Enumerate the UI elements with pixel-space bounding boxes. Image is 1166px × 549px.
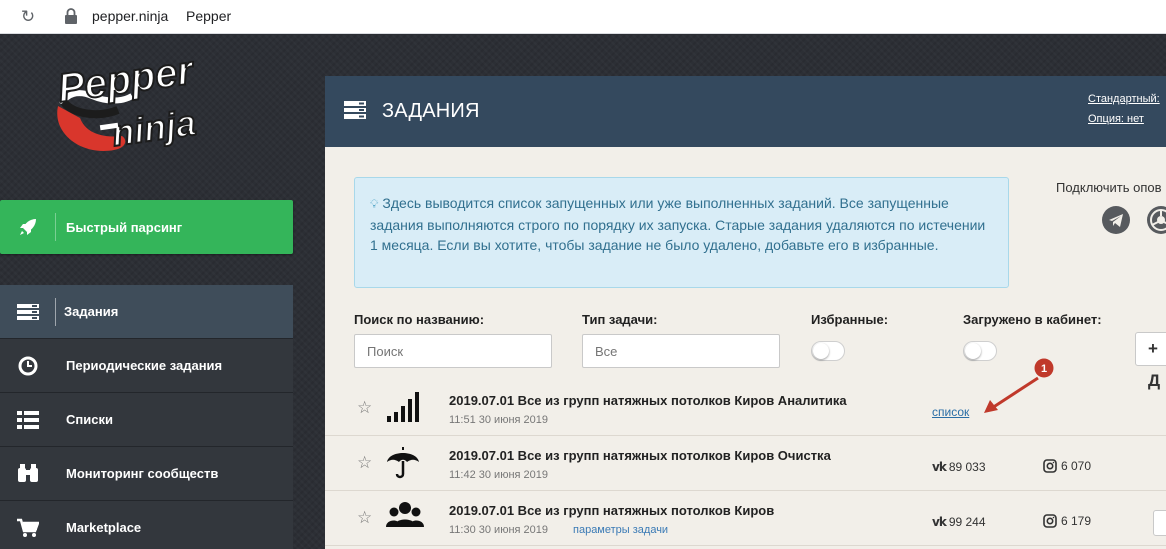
clock-icon [0,352,56,380]
rocket-icon [0,213,56,241]
chrome-icon[interactable] [1147,206,1166,234]
signal-bars-icon [387,392,419,422]
users-icon [386,502,424,527]
info-text: Здесь выводится список запущенных или уж… [370,195,986,253]
task-name[interactable]: 2019.07.01 Все из групп натяжных потолко… [449,448,831,463]
task-row[interactable]: ☆ 2019.07.01 Все из групп натяжных потол… [325,492,1166,546]
annotation-arrow: 1 [984,358,1054,413]
panel-header: ЗАДАНИЯ Стандартный: Опция: нет [325,76,1166,147]
page-title: ЗАДАНИЯ [382,100,480,122]
instagram-icon [1043,514,1057,528]
star-icon[interactable]: ☆ [357,508,372,528]
telegram-icon[interactable] [1102,206,1130,234]
vk-count: vk 89 033 [932,460,986,474]
page-title-text: Pepper [186,8,232,24]
browser-address-bar: ↻ pepper.ninja Pepper [0,0,1166,34]
logo-text-line1: Pepper [55,48,198,111]
vk-icon: vk [932,460,947,474]
sidebar-item-marketplace[interactable]: Marketplace [0,501,293,549]
sidebar-item-label: Периодические задания [66,358,223,373]
logo-text-line2: ninja [109,102,198,154]
sidebar-item-lists[interactable]: Списки [0,393,293,447]
reload-icon[interactable]: ↻ [18,7,38,27]
tasks-icon [344,101,366,119]
tasks-icon [0,297,56,326]
tariff-line[interactable]: Стандартный: [1088,89,1160,109]
url-text[interactable]: pepper.ninja [92,8,168,24]
tariff-info[interactable]: Стандартный: Опция: нет [1088,89,1160,129]
sidebar-item-periodic[interactable]: Периодические задания [0,339,293,393]
sidebar-menu: Задания Периодические задания Списки Мон… [0,285,293,549]
instagram-count: 6 070 [1043,459,1091,473]
info-alert: 💡︎ Здесь выводится список запущенных или … [354,177,1009,288]
sidebar-item-label: Задания [64,304,119,319]
task-type-label: Тип задачи: [582,312,658,327]
connect-notifications-label: Подключить опов [1056,180,1162,195]
sidebar-item-tasks[interactable]: Задания [0,285,293,339]
task-params-link[interactable]: параметры задачи [573,524,668,536]
sidebar-item-label: Списки [66,412,113,427]
binoculars-icon [0,460,56,488]
list-link[interactable]: список [932,405,969,419]
instagram-count: 6 179 [1043,514,1091,528]
task-type-select[interactable] [582,334,780,368]
schedule-button[interactable] [1153,510,1166,536]
task-row[interactable]: ☆ 2019.07.01 Все из групп натяжных потол… [325,437,1166,491]
lightbulb-icon: 💡︎ [370,197,379,211]
task-date: 11:42 30 июня 2019 [449,469,549,481]
star-icon[interactable]: ☆ [357,398,372,418]
main-panel: ЗАДАНИЯ Стандартный: Опция: нет 💡︎ Здесь … [325,76,1166,549]
list-icon [0,406,56,434]
sidebar-item-label: Marketplace [66,520,142,535]
loaded-label: Загружено в кабинет: [963,312,1102,327]
quick-parse-label: Быстрый парсинг [66,219,183,235]
task-date: 11:30 30 июня 2019 [449,524,549,536]
star-icon[interactable]: ☆ [357,453,372,473]
search-input[interactable] [354,334,552,368]
sidebar-item-monitoring[interactable]: Мониторинг сообществ [0,447,293,501]
favorites-toggle[interactable] [811,341,845,361]
task-date: 11:51 30 июня 2019 [449,414,549,426]
search-label: Поиск по названию: [354,312,485,327]
sidebar-item-label: Мониторинг сообществ [66,466,219,481]
favorites-label: Избранные: [811,312,889,327]
task-name[interactable]: 2019.07.01 Все из групп натяжных потолко… [449,393,847,408]
task-name[interactable]: 2019.07.01 Все из групп натяжных потолко… [449,503,774,518]
vk-icon: vk [932,515,947,529]
lock-icon[interactable] [64,8,78,24]
add-task-button[interactable]: + Д [1135,332,1166,390]
pepper-ninja-logo[interactable]: Pepper ninja [52,44,247,162]
quick-parse-button[interactable]: Быстрый парсинг [0,200,293,254]
option-line[interactable]: Опция: нет [1088,109,1160,129]
annotation-number: 1 [1041,363,1047,375]
vk-count: vk 99 244 [932,515,986,529]
cart-icon [0,514,56,542]
instagram-icon [1043,459,1057,473]
umbrella-icon [387,447,419,479]
